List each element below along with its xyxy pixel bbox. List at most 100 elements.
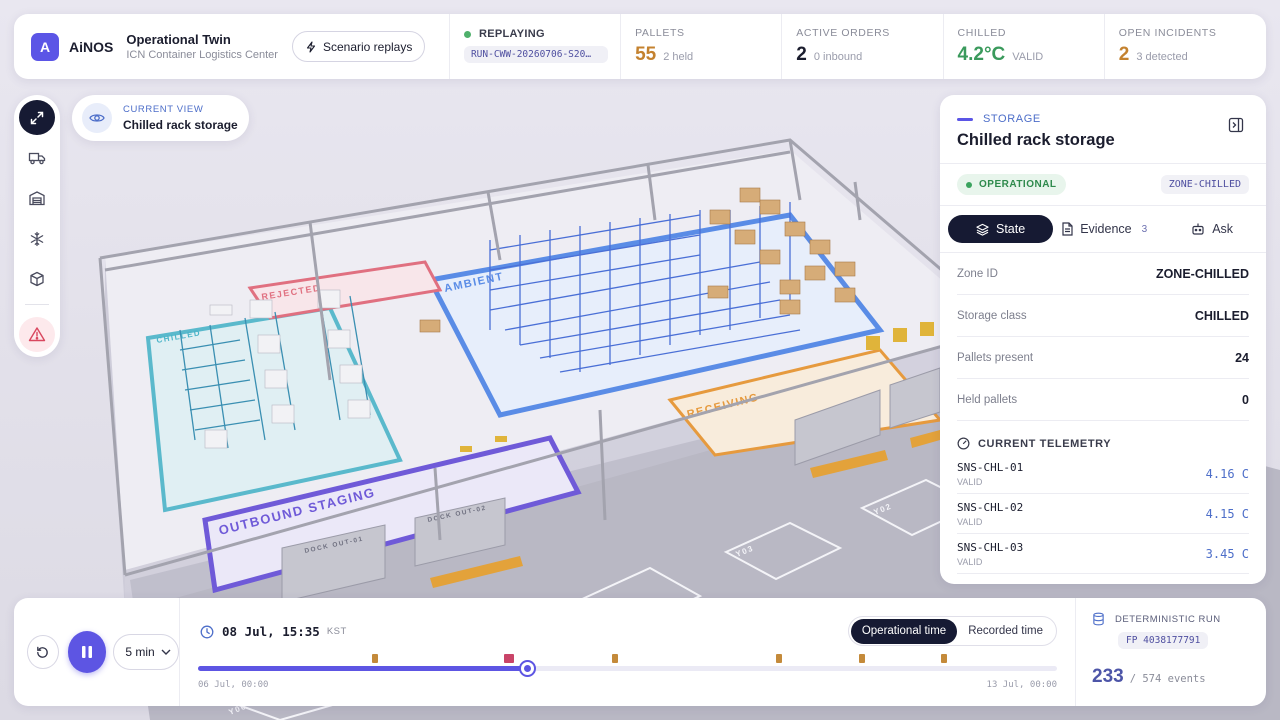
timeline-event-marker[interactable] [859, 654, 865, 663]
stat-active-orders[interactable]: ACTIVE ORDERS 2 0 inbound [781, 14, 942, 79]
replay-status: REPLAYING RUN-CWW-20260706-S20… [448, 14, 620, 79]
lightning-icon [306, 40, 316, 53]
sensor-status: VALID [957, 516, 983, 527]
reset-button[interactable] [27, 635, 59, 669]
scenario-replays-button[interactable]: Scenario replays [291, 31, 426, 62]
stat-chilled-sub: VALID [1012, 51, 1044, 63]
replay-status-dot [463, 30, 471, 38]
collapse-panel-icon[interactable] [1228, 117, 1244, 133]
top-header: A AiNOS Operational Twin ICN Container L… [14, 14, 1266, 79]
recorded-time-option[interactable]: Recorded time [957, 619, 1054, 644]
stat-chilled[interactable]: CHILLED 4.2°C VALID [942, 14, 1104, 79]
chevron-down-icon [161, 649, 171, 655]
timeline-event-marker[interactable] [371, 654, 378, 663]
brand-logo[interactable]: A [31, 32, 59, 61]
tab-state[interactable]: State [948, 215, 1054, 243]
sensor-status: VALID [957, 556, 983, 567]
run-id-badge[interactable]: RUN-CWW-20260706-S20… [463, 46, 608, 63]
panel-title: Chilled rack storage [957, 131, 1115, 149]
current-time-value: 08 Jul, 15:35 [222, 624, 320, 639]
sensor-id: SNS-CHL-02 [957, 500, 1024, 514]
brand-block: A AiNOS Operational Twin ICN Container L… [14, 14, 449, 79]
tab-ask[interactable]: Ask [1177, 215, 1247, 243]
telemetry-row[interactable]: SNS-CHL-02 VALID 4.15 C [957, 494, 1249, 534]
eye-icon-wrap [82, 103, 112, 133]
sensor-id: SNS-CHL-01 [957, 460, 1024, 474]
zone-id-badge: ZONE-CHILLED [1160, 175, 1249, 194]
stat-pallets[interactable]: PALLETS 55 2 held [620, 14, 781, 79]
stat-open-incidents[interactable]: OPEN INCIDENTS 2 3 detected [1103, 14, 1266, 79]
timeline-incident-marker[interactable] [503, 654, 514, 663]
stat-pallets-label: PALLETS [635, 27, 685, 39]
database-icon [1093, 612, 1104, 626]
stat-active-orders-value: 2 [796, 44, 807, 65]
toolbar-incidents-button[interactable] [19, 316, 55, 353]
clock-icon [200, 625, 214, 638]
timeline-end: 13 Jul, 00:00 [986, 680, 1057, 690]
timeline-start: 06 Jul, 00:00 [198, 680, 269, 690]
playback-controls: 5 min [14, 598, 180, 706]
speed-value: 5 min [125, 645, 155, 659]
attr-row: Held pallets 0 [957, 379, 1249, 421]
app-title: Operational Twin [126, 32, 231, 47]
expand-icon [30, 111, 44, 124]
warehouse-icon [29, 191, 45, 206]
playback-bar: 5 min 08 Jul, 15:35 KST Operational time… [14, 598, 1266, 706]
timeline-progress [198, 666, 527, 671]
snowflake-icon [30, 231, 44, 246]
current-view-label: CURRENT VIEW [123, 104, 204, 115]
facility-name: ICN Container Logistics Center [126, 49, 278, 61]
attr-value: 0 [1242, 392, 1249, 407]
toolbar-box-button[interactable] [19, 261, 55, 296]
current-view-value: Chilled rack storage [123, 118, 238, 132]
stat-open-incidents-label: OPEN INCIDENTS [1118, 27, 1217, 39]
toolbar-expand-button[interactable] [19, 100, 55, 136]
timeline-event-marker[interactable] [611, 654, 618, 663]
truck-icon [28, 152, 46, 165]
zone-attributes: Zone ID ZONE-CHILLED Storage class CHILLED… [940, 253, 1266, 421]
stat-open-incidents-sub: 3 detected [1136, 51, 1188, 63]
attr-value: CHILLED [1194, 308, 1249, 323]
timeline: 08 Jul, 15:35 KST Operational time Recor… [180, 598, 1076, 706]
deterministic-run: DETERMINISTIC RUN FP 4038177791 233 / 57… [1076, 598, 1266, 706]
stat-open-incidents-value: 2 [1118, 44, 1130, 65]
timeline-track[interactable] [198, 654, 1057, 677]
sensor-value: 4.16 C [1205, 466, 1249, 481]
attr-key: Held pallets [957, 393, 1018, 406]
bot-icon [1192, 223, 1204, 235]
toolbar-snowflake-button[interactable] [19, 221, 55, 256]
replay-label: REPLAYING [478, 28, 545, 40]
stat-chilled-value: 4.2°C [957, 44, 1006, 65]
telemetry-row[interactable]: SNS-CHL-01 VALID 4.16 C [957, 454, 1249, 494]
sensor-value: 4.15 C [1205, 506, 1249, 521]
timeline-event-marker[interactable] [775, 654, 782, 663]
current-time: 08 Jul, 15:35 KST [200, 624, 347, 639]
toolbar-warehouse-button[interactable] [19, 181, 55, 216]
panel-category: STORAGE [957, 113, 1249, 125]
document-icon [1062, 222, 1073, 236]
brand-name: AiNOS [69, 38, 114, 55]
stat-pallets-value: 55 [635, 44, 657, 65]
operational-time-option[interactable]: Operational time [850, 618, 958, 644]
tab-ask-label: Ask [1212, 222, 1234, 236]
run-label: DETERMINISTIC RUN [1115, 613, 1221, 625]
left-toolbar [14, 95, 60, 357]
pause-button[interactable] [67, 631, 107, 673]
tab-state-label: State [996, 222, 1026, 236]
timeline-event-marker[interactable] [940, 654, 947, 663]
tab-evidence[interactable]: Evidence 3 [1053, 215, 1161, 243]
telemetry-row[interactable]: SNS-CHL-03 VALID 3.45 C [957, 534, 1249, 574]
reset-icon [37, 646, 49, 658]
events-total: / 574 events [1129, 673, 1206, 685]
sensor-id: SNS-CHL-03 [957, 540, 1024, 554]
current-view-chip[interactable]: CURRENT VIEW Chilled rack storage [72, 95, 249, 141]
timeline-scrubber[interactable] [518, 660, 536, 677]
eye-icon [89, 114, 105, 122]
speed-select[interactable]: 5 min [113, 634, 180, 670]
toolbar-truck-button[interactable] [19, 140, 55, 175]
attr-row: Storage class CHILLED [957, 295, 1249, 337]
attr-value: ZONE-CHILLED [1155, 266, 1249, 281]
box-icon [30, 271, 44, 287]
attr-row: Pallets present 24 [957, 337, 1249, 379]
layers-icon [976, 223, 989, 236]
